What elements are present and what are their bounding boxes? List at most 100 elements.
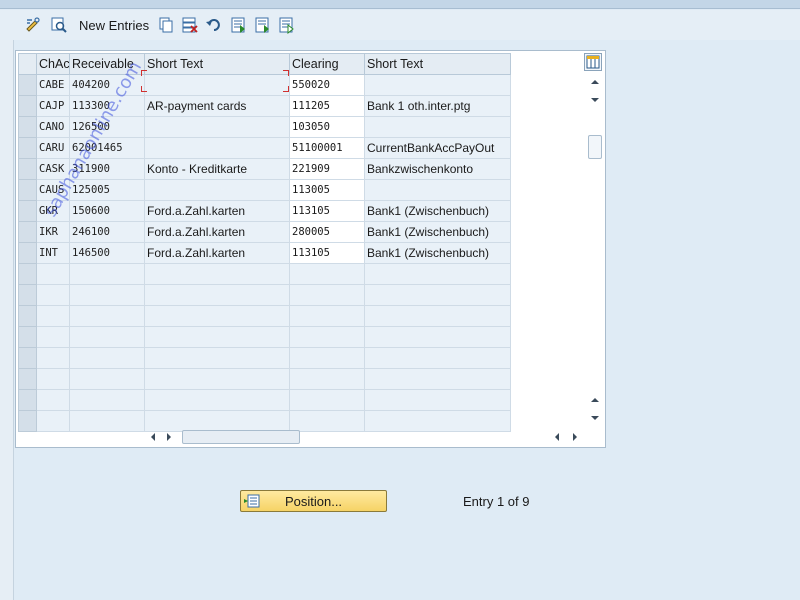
empty-cell[interactable]	[36, 368, 70, 390]
column-header-clearing[interactable]: Clearing	[289, 53, 365, 75]
cell-clearing[interactable]: 221909	[289, 158, 365, 180]
scroll-right-icon[interactable]	[164, 432, 174, 442]
cell-receivable[interactable]: 246100	[69, 221, 145, 243]
empty-cell[interactable]	[69, 305, 145, 327]
scroll-down-icon[interactable]	[590, 95, 600, 105]
cell-receivable[interactable]: 146500	[69, 242, 145, 264]
row-selector[interactable]	[18, 326, 37, 348]
row-selector[interactable]	[18, 116, 37, 138]
row-selector[interactable]	[18, 221, 37, 243]
select-all-icon[interactable]	[229, 15, 249, 35]
row-selector[interactable]	[18, 347, 37, 369]
horizontal-scrollbar[interactable]	[146, 430, 586, 444]
row-selector[interactable]	[18, 95, 37, 117]
empty-cell[interactable]	[289, 326, 365, 348]
empty-cell[interactable]	[69, 368, 145, 390]
row-selector[interactable]	[18, 242, 37, 264]
copy-icon[interactable]	[156, 15, 176, 35]
row-selector[interactable]	[18, 410, 37, 432]
horizontal-scroll-thumb[interactable]	[182, 430, 300, 444]
cell-short-text	[144, 74, 290, 96]
row-selector[interactable]	[18, 263, 37, 285]
cell-clearing[interactable]: 550020	[289, 74, 365, 96]
empty-cell[interactable]	[69, 410, 145, 432]
scroll-page-right-icon[interactable]	[570, 432, 580, 442]
empty-cell	[144, 326, 290, 348]
display-change-icon[interactable]	[23, 15, 43, 35]
scroll-up-icon[interactable]	[590, 77, 600, 87]
select-all-cell[interactable]	[18, 53, 37, 75]
empty-cell[interactable]	[69, 389, 145, 411]
cell-clearing[interactable]: 113105	[289, 242, 365, 264]
empty-cell	[364, 389, 511, 411]
column-header-short-text[interactable]: Short Text	[144, 53, 290, 75]
table-header-row: ChAc Receivable Short Text Clearing Shor…	[18, 53, 511, 75]
table-row: CASK 311900 Konto - Kreditkarte 221909 B…	[18, 158, 511, 180]
scroll-page-up-icon[interactable]	[590, 395, 600, 405]
empty-cell	[144, 389, 290, 411]
empty-cell[interactable]	[289, 389, 365, 411]
cell-clearing[interactable]: 113005	[289, 179, 365, 201]
cell-receivable[interactable]: 125005	[69, 179, 145, 201]
empty-cell[interactable]	[36, 263, 70, 285]
cell-short-text-2	[364, 179, 511, 201]
select-block-icon[interactable]	[253, 15, 273, 35]
empty-cell[interactable]	[69, 326, 145, 348]
cell-receivable[interactable]: 150600	[69, 200, 145, 222]
cell-clearing[interactable]: 103050	[289, 116, 365, 138]
cell-clearing[interactable]: 111205	[289, 95, 365, 117]
scroll-page-left-icon[interactable]	[552, 432, 562, 442]
empty-cell[interactable]	[36, 326, 70, 348]
row-selector[interactable]	[18, 368, 37, 390]
empty-cell	[364, 284, 511, 306]
column-settings-icon[interactable]	[584, 53, 602, 71]
empty-cell[interactable]	[36, 389, 70, 411]
position-icon	[244, 494, 260, 508]
column-header-chac[interactable]: ChAc	[36, 53, 70, 75]
row-selector[interactable]	[18, 284, 37, 306]
details-icon[interactable]	[49, 15, 69, 35]
vertical-scroll-thumb[interactable]	[588, 135, 602, 159]
scroll-left-icon[interactable]	[148, 432, 158, 442]
new-entries-button[interactable]: New Entries	[79, 18, 149, 33]
row-selector[interactable]	[18, 200, 37, 222]
undo-icon[interactable]	[204, 15, 224, 35]
empty-cell[interactable]	[36, 284, 70, 306]
cell-clearing[interactable]: 51100001	[289, 137, 365, 159]
delete-icon[interactable]	[180, 15, 200, 35]
cell-clearing[interactable]: 113105	[289, 200, 365, 222]
vertical-scrollbar[interactable]	[587, 73, 603, 427]
empty-cell[interactable]	[36, 347, 70, 369]
empty-cell[interactable]	[69, 284, 145, 306]
row-selector[interactable]	[18, 137, 37, 159]
empty-cell[interactable]	[69, 263, 145, 285]
empty-cell[interactable]	[289, 368, 365, 390]
empty-cell[interactable]	[289, 347, 365, 369]
cell-short-text: Ford.a.Zahl.karten	[144, 242, 290, 264]
row-selector[interactable]	[18, 158, 37, 180]
column-header-short-text-2[interactable]: Short Text	[364, 53, 511, 75]
empty-row	[18, 326, 511, 348]
row-selector[interactable]	[18, 74, 37, 96]
deselect-all-icon[interactable]	[277, 15, 297, 35]
position-button[interactable]: Position...	[240, 490, 387, 512]
table-row: CAUS 125005 113005	[18, 179, 511, 201]
empty-cell[interactable]	[289, 284, 365, 306]
empty-cell[interactable]	[36, 305, 70, 327]
row-selector[interactable]	[18, 389, 37, 411]
row-selector[interactable]	[18, 179, 37, 201]
cell-clearing[interactable]: 280005	[289, 221, 365, 243]
row-selector[interactable]	[18, 305, 37, 327]
empty-cell	[144, 410, 290, 432]
scroll-page-down-icon[interactable]	[590, 413, 600, 423]
empty-cell[interactable]	[36, 410, 70, 432]
cell-short-text: Konto - Kreditkarte	[144, 158, 290, 180]
empty-cell[interactable]	[69, 347, 145, 369]
empty-row	[18, 347, 511, 369]
empty-row	[18, 368, 511, 390]
cell-short-text: Ford.a.Zahl.karten	[144, 200, 290, 222]
empty-cell[interactable]	[289, 410, 365, 432]
empty-cell[interactable]	[289, 305, 365, 327]
empty-cell[interactable]	[289, 263, 365, 285]
entries-table: ChAc Receivable Short Text Clearing Shor…	[18, 53, 511, 432]
